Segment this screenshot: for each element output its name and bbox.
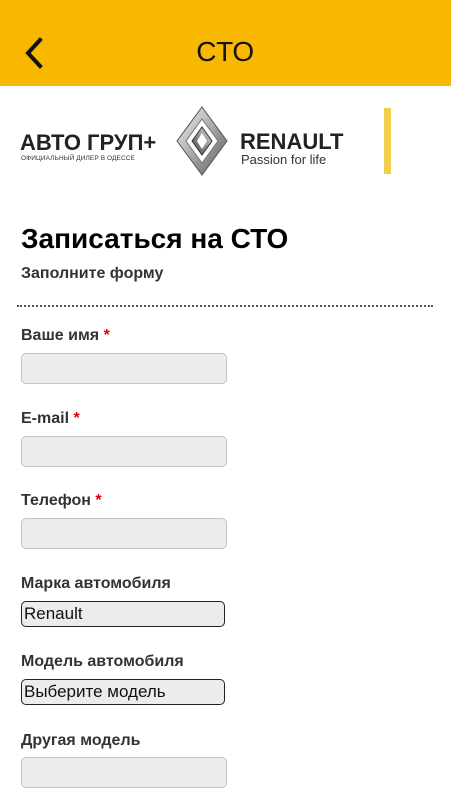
dealer-banner: АВТО ГРУП+ ОФИЦИАЛЬНЫЙ ДИЛЕР В ОДЕССЕ RE… [0, 100, 451, 186]
name-label-text: Ваше имя [21, 327, 100, 344]
car-model-label: Модель автомобиля [21, 653, 184, 670]
name-input[interactable] [21, 353, 227, 384]
dealer-name: АВТО ГРУП+ [20, 130, 157, 155]
email-input[interactable] [21, 436, 227, 467]
car-brand-label: Марка автомобиля [21, 575, 171, 592]
app-bar: СТО [0, 0, 451, 86]
brand-accent-bar [384, 108, 391, 174]
other-model-input[interactable] [21, 757, 227, 788]
phone-label-text: Телефон [21, 492, 91, 509]
phone-input[interactable] [21, 518, 227, 549]
page-title: СТО [196, 36, 255, 67]
dealer-subtitle: ОФИЦИАЛЬНЫЙ ДИЛЕР В ОДЕССЕ [21, 155, 136, 162]
required-marker: * [103, 327, 110, 344]
car-model-select[interactable]: Выберите модель [21, 679, 225, 705]
section-divider [17, 305, 433, 307]
form-title: Записаться на СТО [21, 223, 289, 254]
brand-tagline: Passion for life [241, 152, 327, 167]
email-label-text: E-mail [21, 410, 70, 427]
email-label: E-mail * [21, 410, 80, 428]
car-brand-select[interactable]: Renault [21, 601, 225, 627]
form-subtitle: Заполните форму [21, 265, 164, 282]
required-marker: * [95, 492, 102, 509]
renault-logo-icon [176, 106, 228, 176]
phone-label: Телефон * [21, 492, 102, 510]
other-model-label: Другая модель [21, 732, 141, 749]
name-label: Ваше имя * [21, 327, 110, 345]
required-marker: * [73, 410, 80, 427]
